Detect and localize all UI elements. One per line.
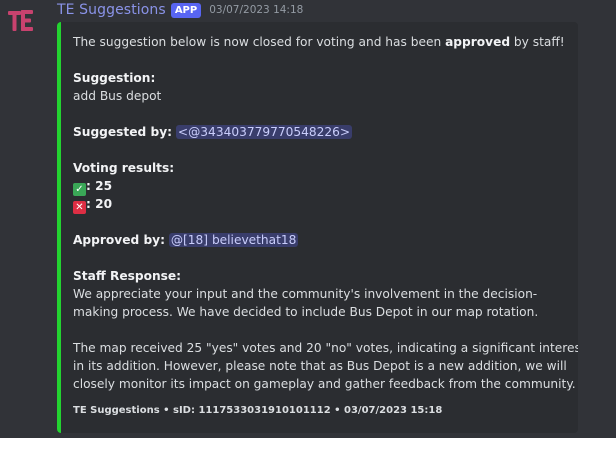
suggestion-embed: The suggestion below is now closed for v… (57, 22, 578, 433)
approved-by-label: Approved by: (73, 233, 165, 247)
response-p2-line2: in its addition. However, please note th… (73, 359, 567, 373)
yes-count: : 25 (86, 179, 113, 193)
response-p2-line3: closely monitor its impact on gameplay a… (73, 377, 576, 391)
approved-by-line: Approved by: @[18] believethat18 (73, 231, 299, 249)
intro-line: The suggestion below is now closed for v… (73, 33, 565, 51)
message-timestamp[interactable]: 03/07/2023 14:18 (209, 4, 303, 16)
no-votes: ✕: 20 (73, 195, 112, 214)
intro-prefix: The suggestion below is now closed for v… (73, 35, 446, 49)
no-count: : 20 (86, 197, 113, 211)
yes-votes: ✓: 25 (73, 177, 112, 196)
intro-status: approved (445, 35, 511, 49)
suggested-by-mention[interactable]: <@343403779770548226> (175, 125, 353, 139)
message-header: TE Suggestions APP 03/07/2023 14:18 (57, 0, 303, 20)
suggested-by-label: Suggested by: (73, 125, 173, 139)
response-p1-line1: We appreciate your input and the communi… (73, 287, 538, 301)
voting-label: Voting results: (73, 161, 175, 175)
suggested-by-line: Suggested by: <@343403779770548226> (73, 123, 353, 141)
cross-mark-emoji-icon: ✕ (73, 201, 86, 214)
response-p2-line1: The map received 25 "yes" votes and 20 "… (73, 341, 578, 355)
bottom-strip (0, 438, 616, 470)
suggestion-label: Suggestion: (73, 71, 156, 85)
te-logo-icon (8, 10, 33, 31)
intro-suffix: by staff! (510, 35, 565, 49)
approved-by-mention[interactable]: @[18] believethat18 (168, 233, 299, 247)
app-badge: APP (170, 2, 202, 18)
bot-avatar[interactable] (7, 7, 35, 35)
embed-footer: TE Suggestions • sID: 111753303191010111… (73, 405, 443, 416)
author-name[interactable]: TE Suggestions (57, 2, 166, 18)
suggestion-text: add Bus depot (73, 89, 162, 103)
staff-response-label: Staff Response: (73, 269, 182, 283)
response-p1-line2: making process. We have decided to inclu… (73, 305, 539, 319)
bot-message: TE Suggestions APP 03/07/2023 14:18 The … (0, 0, 616, 438)
